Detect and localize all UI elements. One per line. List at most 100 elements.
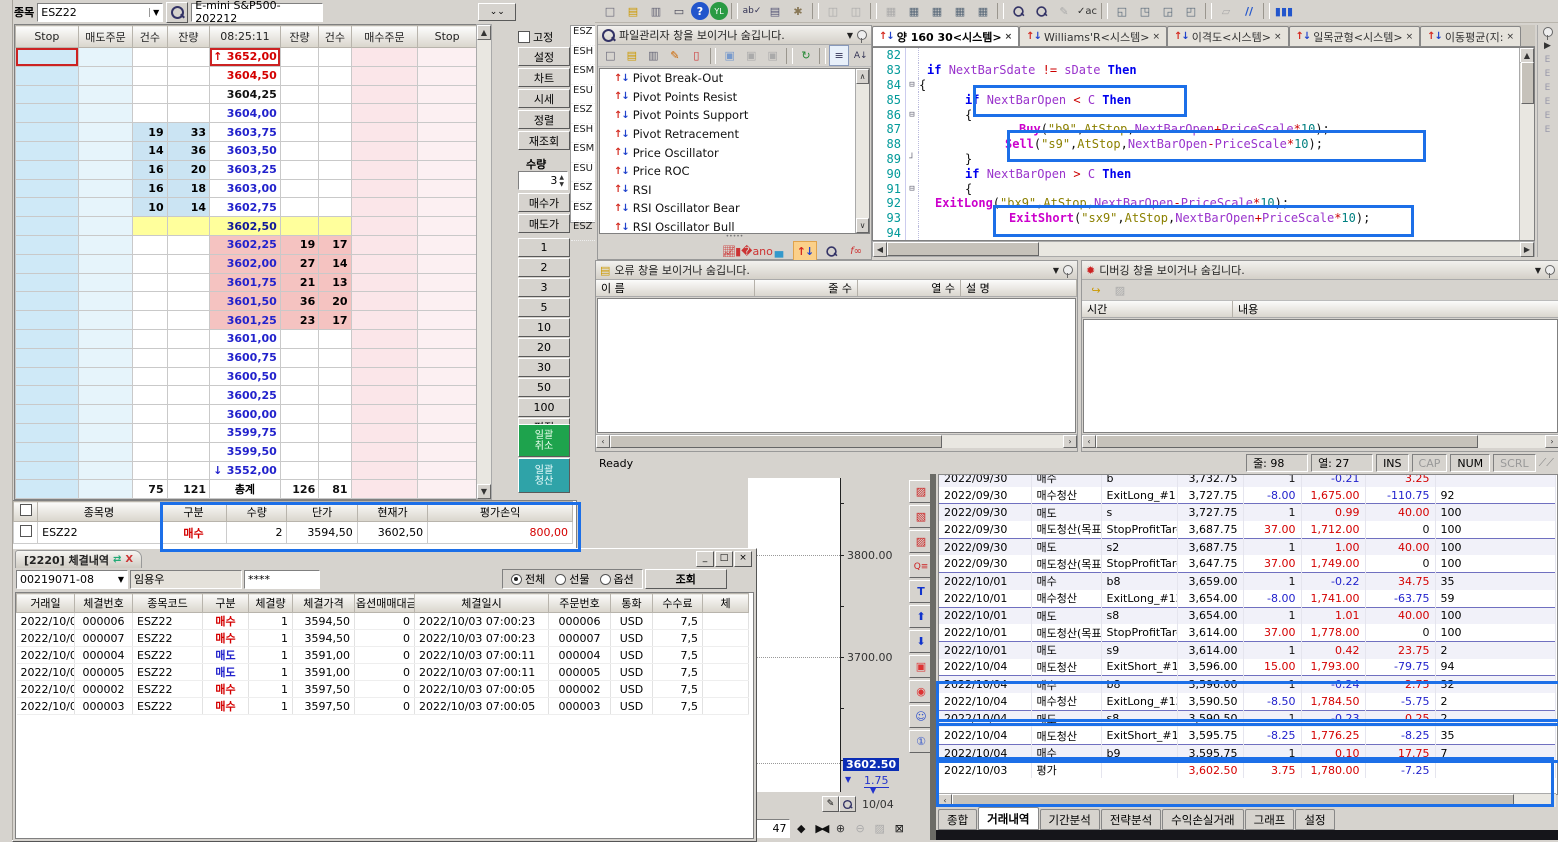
stop-buy-cell[interactable] bbox=[418, 198, 477, 217]
code-line[interactable]: 90if NextBarOpen > C Then bbox=[873, 166, 1534, 181]
sell-order-cell[interactable] bbox=[78, 198, 133, 217]
buy-order-cell[interactable] bbox=[351, 235, 418, 254]
window-close-icon[interactable]: ◲ bbox=[1157, 1, 1179, 22]
trade-row[interactable]: 2022/10/04 매도청산 ExitShort_#12 3,596.00 1… bbox=[939, 659, 1555, 676]
price-cell[interactable]: 3602,25 bbox=[210, 235, 281, 254]
status-num[interactable]: NUM bbox=[1450, 454, 1490, 472]
script-list-item[interactable]: ↑↓ RSI Oscillator Bear bbox=[600, 199, 869, 218]
fill-row[interactable]: 2022/10/03 000007 ESZ22 매수 1 3594,50 0 2… bbox=[17, 630, 749, 647]
stop-buy-cell[interactable] bbox=[418, 348, 477, 367]
trade-row[interactable]: 2022/10/03 평가 3,602.50 3.75 1,780.00 -7.… bbox=[939, 762, 1555, 779]
radio-options[interactable]: 옵션 bbox=[600, 571, 634, 587]
code-editor-area[interactable]: 8283if NextBarSdate != sDate Then84⊟{85i… bbox=[872, 47, 1535, 241]
sell-order-cell[interactable] bbox=[78, 386, 133, 405]
fill-row[interactable]: 2022/10/03 000003 ESZ22 매수 1 3597,50 0 2… bbox=[17, 698, 749, 715]
clear-log-icon[interactable]: ▨ bbox=[1109, 280, 1131, 301]
sell-order-cell[interactable] bbox=[78, 254, 133, 273]
bar-chart-icon[interactable]: ▮�ano bbox=[743, 242, 765, 260]
position-row[interactable]: ESZ22 매수 2 3594,50 3602,50 800,00 bbox=[14, 522, 573, 544]
code-line[interactable]: 89┘} bbox=[873, 152, 1534, 167]
buy-order-cell[interactable] bbox=[351, 160, 418, 179]
trade-row[interactable]: 2022/09/30 매도청산(목표 StopProfitTarg 3,647.… bbox=[939, 555, 1555, 572]
stop-buy-cell[interactable] bbox=[418, 217, 477, 236]
stop-buy-cell[interactable] bbox=[418, 141, 477, 160]
orderbook-row[interactable]: 10 14 3602,75 bbox=[16, 198, 477, 217]
scroll-left-icon[interactable]: ◀ bbox=[873, 242, 887, 257]
script-list-item[interactable]: ↑↓ Price ROC bbox=[600, 162, 869, 181]
sell-order-cell[interactable] bbox=[78, 423, 133, 442]
folder-delete-icon[interactable]: ▣ bbox=[762, 45, 783, 66]
qty-preset-button[interactable]: 2 bbox=[518, 258, 570, 277]
fold-marker-icon[interactable]: ⊟ bbox=[905, 78, 919, 93]
stop-buy-cell[interactable] bbox=[418, 367, 477, 386]
buy-order-cell[interactable] bbox=[351, 423, 418, 442]
fold-marker-icon[interactable]: ⊟ bbox=[905, 181, 919, 196]
edit-icon[interactable]: ✎ bbox=[1053, 1, 1075, 22]
scroll-left-icon[interactable]: ‹ bbox=[1082, 435, 1096, 448]
book-icon[interactable]: ▤ bbox=[764, 1, 786, 22]
scroll-left-icon[interactable]: ‹ bbox=[938, 794, 952, 807]
sell-price-button[interactable]: 매도가 bbox=[518, 214, 570, 233]
price-cell[interactable]: 3603,00 bbox=[210, 179, 281, 198]
refresh-icon[interactable]: ↻ bbox=[796, 45, 817, 66]
trade-row[interactable]: 2022/10/04 매수 b9 3,595.75 1 0.10 17.75 7 bbox=[939, 745, 1555, 762]
trade-row[interactable]: 2022/10/04 매수 b8 3,596.00 1 -0.24 2.75 3… bbox=[939, 676, 1555, 693]
chevron-down-icon[interactable]: ▼ bbox=[1535, 266, 1541, 275]
symbol-combo[interactable]: ESZ22▼ bbox=[37, 3, 163, 22]
sell-order-cell[interactable] bbox=[78, 104, 133, 123]
code-line[interactable]: 94 bbox=[873, 226, 1534, 241]
expand-bars-icon[interactable]: ◆ bbox=[792, 818, 810, 838]
script-list-item[interactable]: ↑↓ Price Oscillator bbox=[600, 143, 869, 162]
settings-gear-icon[interactable]: ✱ bbox=[787, 1, 809, 22]
stop-buy-cell[interactable] bbox=[418, 386, 477, 405]
stop-sell-cell[interactable] bbox=[16, 405, 79, 424]
minimize-icon[interactable]: _ bbox=[696, 551, 714, 567]
fill-row[interactable]: 2022/10/03 000004 ESZ22 매도 1 3591,00 0 2… bbox=[17, 647, 749, 664]
stop-sell-cell[interactable] bbox=[16, 386, 79, 405]
window-switch-icon[interactable]: ◰ bbox=[1180, 1, 1202, 22]
new-file-icon[interactable]: □ bbox=[599, 1, 621, 22]
stop-sell-cell[interactable] bbox=[16, 254, 79, 273]
chart-columns-icon[interactable]: ▮▮▮ bbox=[1273, 1, 1295, 22]
trade-row[interactable]: 2022/10/01 매수 b8 3,659.00 1 -0.22 34.75 … bbox=[939, 573, 1555, 590]
buy-price-button[interactable]: 매수가 bbox=[518, 193, 570, 212]
stop-sell-cell[interactable] bbox=[16, 292, 79, 311]
buy-order-cell[interactable] bbox=[351, 254, 418, 273]
sell-order-cell[interactable] bbox=[78, 141, 133, 160]
price-cell[interactable]: 3600,75 bbox=[210, 348, 281, 367]
unlink-icon[interactable]: ◫ bbox=[845, 1, 867, 22]
error-hscrollbar[interactable]: ‹ › bbox=[596, 434, 1077, 448]
stop-sell-cell[interactable] bbox=[16, 273, 79, 292]
orderbook-row[interactable]: 3600,00 bbox=[16, 405, 477, 424]
error-window-titlebar[interactable]: ▤ 오류 창을 보이거나 숨깁니다. ▼ bbox=[596, 261, 1077, 280]
script-list-item[interactable]: ↑↓ RSI Oscillator Bull bbox=[600, 218, 869, 234]
pan-icon[interactable]: ▨ bbox=[871, 818, 889, 838]
scroll-down-icon[interactable]: ∨ bbox=[856, 218, 869, 233]
debug-list-body[interactable] bbox=[1083, 319, 1558, 433]
stop-sell-cell[interactable] bbox=[16, 329, 79, 348]
qty-preset-button[interactable]: 20 bbox=[518, 338, 570, 357]
pin-icon[interactable] bbox=[1543, 27, 1553, 37]
scroll-up-icon[interactable]: ∧ bbox=[856, 69, 869, 84]
open-file-icon[interactable]: ▤ bbox=[622, 1, 644, 22]
symbol-list-item[interactable]: ESZ bbox=[571, 182, 597, 202]
stop-buy-cell[interactable] bbox=[418, 104, 477, 123]
search-button[interactable] bbox=[166, 2, 188, 23]
qty-preset-button[interactable]: 3 bbox=[518, 278, 570, 297]
scroll-right-icon[interactable]: › bbox=[1545, 435, 1558, 448]
find-files-icon[interactable] bbox=[1030, 1, 1052, 22]
pin-icon[interactable] bbox=[1545, 265, 1555, 275]
buy-order-cell[interactable] bbox=[351, 273, 418, 292]
stop-sell-cell[interactable] bbox=[16, 160, 79, 179]
radio-all[interactable]: 전체 bbox=[511, 571, 545, 587]
orderbook-row[interactable]: 3600,75 bbox=[16, 348, 477, 367]
sell-order-cell[interactable] bbox=[78, 292, 133, 311]
table-icon[interactable]: ▦ bbox=[880, 1, 902, 22]
stop-buy-cell[interactable] bbox=[418, 311, 477, 330]
trade-row[interactable]: 2022/10/01 매수청산 ExitLong_#13 3,654.00 -8… bbox=[939, 590, 1555, 607]
code-vertical-scrollbar[interactable]: ▲ bbox=[1519, 48, 1534, 240]
trade-row[interactable]: 2022/10/01 매도 s8 3,654.00 1 1.01 40.00 1… bbox=[939, 607, 1555, 624]
table-view-icon[interactable]: ▦ bbox=[926, 1, 948, 22]
analysis-tab[interactable]: 설정 bbox=[1295, 809, 1334, 830]
close-tab-icon[interactable]: × bbox=[1152, 32, 1160, 42]
